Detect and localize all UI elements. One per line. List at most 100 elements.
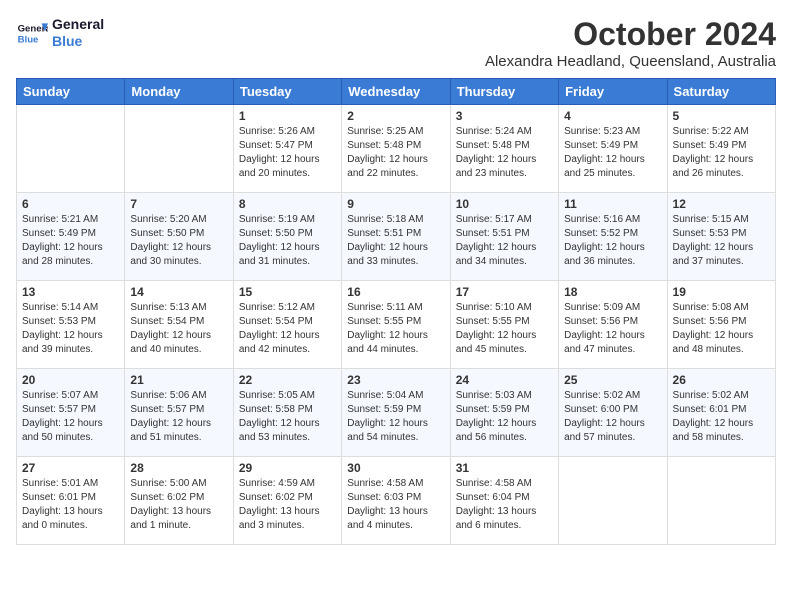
day-number: 16 xyxy=(347,285,444,299)
weekday-header-thursday: Thursday xyxy=(450,79,558,105)
calendar-cell xyxy=(559,457,667,545)
calendar-cell: 17 Sunrise: 5:10 AM Sunset: 5:55 PM Dayli… xyxy=(450,281,558,369)
calendar-cell: 18Sunrise: 5:09 AM Sunset: 5:56 PM Dayli… xyxy=(559,281,667,369)
day-info: Sunrise: 4:58 AM Sunset: 6:04 PM Dayligh… xyxy=(456,477,553,533)
day-number: 30 xyxy=(347,461,444,475)
day-info: Sunrise: 5:18 AM Sunset: 5:51 PM Dayligh… xyxy=(347,213,444,269)
day-info: Sunrise: 5:17 AM Sunset: 5:51 PM Dayligh… xyxy=(456,213,553,269)
day-info: Sunrise: 5:08 AM Sunset: 5:56 PM Dayligh… xyxy=(673,301,770,357)
day-number: 25 xyxy=(564,373,661,387)
day-number: 31 xyxy=(456,461,553,475)
calendar-cell xyxy=(125,105,233,193)
day-info: Sunrise: 5:01 AM Sunset: 6:01 PM Dayligh… xyxy=(22,477,119,533)
weekday-header-sunday: Sunday xyxy=(17,79,125,105)
day-number: 7 xyxy=(130,197,227,211)
month-title: October 2024 xyxy=(485,16,776,53)
calendar-cell: 24Sunrise: 5:03 AM Sunset: 5:59 PM Dayli… xyxy=(450,369,558,457)
day-number: 17 xyxy=(456,285,553,299)
calendar-cell: 15 Sunrise: 5:12 AM Sunset: 5:54 PM Dayli… xyxy=(233,281,341,369)
calendar-cell: 9 Sunrise: 5:18 AM Sunset: 5:51 PM Daylig… xyxy=(342,193,450,281)
day-number: 11 xyxy=(564,197,661,211)
day-info: Sunrise: 5:00 AM Sunset: 6:02 PM Dayligh… xyxy=(130,477,227,533)
day-info: Sunrise: 5:03 AM Sunset: 5:59 PM Dayligh… xyxy=(456,389,553,445)
calendar-cell: 30 Sunrise: 4:58 AM Sunset: 6:03 PM Dayli… xyxy=(342,457,450,545)
day-number: 1 xyxy=(239,109,336,123)
day-number: 27 xyxy=(22,461,119,475)
calendar-cell: 19Sunrise: 5:08 AM Sunset: 5:56 PM Dayli… xyxy=(667,281,775,369)
calendar-cell: 8 Sunrise: 5:19 AM Sunset: 5:50 PM Daylig… xyxy=(233,193,341,281)
day-number: 5 xyxy=(673,109,770,123)
day-info: Sunrise: 5:13 AM Sunset: 5:54 PM Dayligh… xyxy=(130,301,227,357)
calendar-cell: 2 Sunrise: 5:25 AM Sunset: 5:48 PM Daylig… xyxy=(342,105,450,193)
calendar-cell: 10Sunrise: 5:17 AM Sunset: 5:51 PM Dayli… xyxy=(450,193,558,281)
day-number: 2 xyxy=(347,109,444,123)
weekday-header-row: SundayMondayTuesdayWednesdayThursdayFrid… xyxy=(17,79,776,105)
calendar-cell: 20Sunrise: 5:07 AM Sunset: 5:57 PM Dayli… xyxy=(17,369,125,457)
day-info: Sunrise: 5:14 AM Sunset: 5:53 PM Dayligh… xyxy=(22,301,119,357)
day-info: Sunrise: 5:07 AM Sunset: 5:57 PM Dayligh… xyxy=(22,389,119,445)
day-number: 13 xyxy=(22,285,119,299)
day-info: Sunrise: 5:10 AM Sunset: 5:55 PM Dayligh… xyxy=(456,301,553,357)
day-number: 29 xyxy=(239,461,336,475)
day-number: 23 xyxy=(347,373,444,387)
day-info: Sunrise: 5:26 AM Sunset: 5:47 PM Dayligh… xyxy=(239,125,336,181)
calendar-cell xyxy=(17,105,125,193)
day-number: 3 xyxy=(456,109,553,123)
location-title: Alexandra Headland, Queensland, Australi… xyxy=(485,53,776,70)
day-number: 6 xyxy=(22,197,119,211)
week-row-4: 20Sunrise: 5:07 AM Sunset: 5:57 PM Dayli… xyxy=(17,369,776,457)
calendar-cell: 11 Sunrise: 5:16 AM Sunset: 5:52 PM Dayli… xyxy=(559,193,667,281)
day-info: Sunrise: 5:16 AM Sunset: 5:52 PM Dayligh… xyxy=(564,213,661,269)
calendar-cell: 14 Sunrise: 5:13 AM Sunset: 5:54 PM Dayli… xyxy=(125,281,233,369)
logo-text: General Blue xyxy=(52,16,104,50)
week-row-2: 6 Sunrise: 5:21 AM Sunset: 5:49 PM Daylig… xyxy=(17,193,776,281)
day-info: Sunrise: 5:20 AM Sunset: 5:50 PM Dayligh… xyxy=(130,213,227,269)
day-number: 8 xyxy=(239,197,336,211)
day-info: Sunrise: 5:24 AM Sunset: 5:48 PM Dayligh… xyxy=(456,125,553,181)
calendar-cell: 26 Sunrise: 5:02 AM Sunset: 6:01 PM Dayli… xyxy=(667,369,775,457)
calendar-cell: 6 Sunrise: 5:21 AM Sunset: 5:49 PM Daylig… xyxy=(17,193,125,281)
day-info: Sunrise: 5:04 AM Sunset: 5:59 PM Dayligh… xyxy=(347,389,444,445)
day-info: Sunrise: 5:25 AM Sunset: 5:48 PM Dayligh… xyxy=(347,125,444,181)
calendar-cell: 4 Sunrise: 5:23 AM Sunset: 5:49 PM Daylig… xyxy=(559,105,667,193)
calendar-cell: 21 Sunrise: 5:06 AM Sunset: 5:57 PM Dayli… xyxy=(125,369,233,457)
day-info: Sunrise: 5:02 AM Sunset: 6:01 PM Dayligh… xyxy=(673,389,770,445)
day-info: Sunrise: 4:58 AM Sunset: 6:03 PM Dayligh… xyxy=(347,477,444,533)
logo: General Blue General Blue xyxy=(16,16,104,50)
calendar-cell: 31 Sunrise: 4:58 AM Sunset: 6:04 PM Dayli… xyxy=(450,457,558,545)
calendar-table: SundayMondayTuesdayWednesdayThursdayFrid… xyxy=(16,78,776,545)
weekday-header-wednesday: Wednesday xyxy=(342,79,450,105)
day-number: 14 xyxy=(130,285,227,299)
day-info: Sunrise: 5:05 AM Sunset: 5:58 PM Dayligh… xyxy=(239,389,336,445)
calendar-cell: 1 Sunrise: 5:26 AM Sunset: 5:47 PM Daylig… xyxy=(233,105,341,193)
page-header: General Blue General Blue October 2024 A… xyxy=(16,16,776,70)
week-row-3: 13 Sunrise: 5:14 AM Sunset: 5:53 PM Dayli… xyxy=(17,281,776,369)
day-info: Sunrise: 5:06 AM Sunset: 5:57 PM Dayligh… xyxy=(130,389,227,445)
calendar-cell: 12 Sunrise: 5:15 AM Sunset: 5:53 PM Dayli… xyxy=(667,193,775,281)
day-info: Sunrise: 5:12 AM Sunset: 5:54 PM Dayligh… xyxy=(239,301,336,357)
day-number: 18 xyxy=(564,285,661,299)
calendar-cell: 3 Sunrise: 5:24 AM Sunset: 5:48 PM Daylig… xyxy=(450,105,558,193)
day-number: 4 xyxy=(564,109,661,123)
day-info: Sunrise: 5:21 AM Sunset: 5:49 PM Dayligh… xyxy=(22,213,119,269)
day-number: 15 xyxy=(239,285,336,299)
day-number: 21 xyxy=(130,373,227,387)
weekday-header-friday: Friday xyxy=(559,79,667,105)
calendar-cell: 22Sunrise: 5:05 AM Sunset: 5:58 PM Dayli… xyxy=(233,369,341,457)
day-info: Sunrise: 5:22 AM Sunset: 5:49 PM Dayligh… xyxy=(673,125,770,181)
calendar-cell: 13 Sunrise: 5:14 AM Sunset: 5:53 PM Dayli… xyxy=(17,281,125,369)
day-number: 26 xyxy=(673,373,770,387)
day-info: Sunrise: 4:59 AM Sunset: 6:02 PM Dayligh… xyxy=(239,477,336,533)
calendar-cell: 5 Sunrise: 5:22 AM Sunset: 5:49 PM Daylig… xyxy=(667,105,775,193)
calendar-cell: 28 Sunrise: 5:00 AM Sunset: 6:02 PM Dayli… xyxy=(125,457,233,545)
calendar-cell: 23 Sunrise: 5:04 AM Sunset: 5:59 PM Dayli… xyxy=(342,369,450,457)
day-number: 12 xyxy=(673,197,770,211)
day-info: Sunrise: 5:23 AM Sunset: 5:49 PM Dayligh… xyxy=(564,125,661,181)
day-number: 9 xyxy=(347,197,444,211)
calendar-cell: 25Sunrise: 5:02 AM Sunset: 6:00 PM Dayli… xyxy=(559,369,667,457)
day-info: Sunrise: 5:19 AM Sunset: 5:50 PM Dayligh… xyxy=(239,213,336,269)
weekday-header-tuesday: Tuesday xyxy=(233,79,341,105)
day-info: Sunrise: 5:15 AM Sunset: 5:53 PM Dayligh… xyxy=(673,213,770,269)
day-number: 28 xyxy=(130,461,227,475)
title-area: October 2024 Alexandra Headland, Queensl… xyxy=(485,16,776,70)
